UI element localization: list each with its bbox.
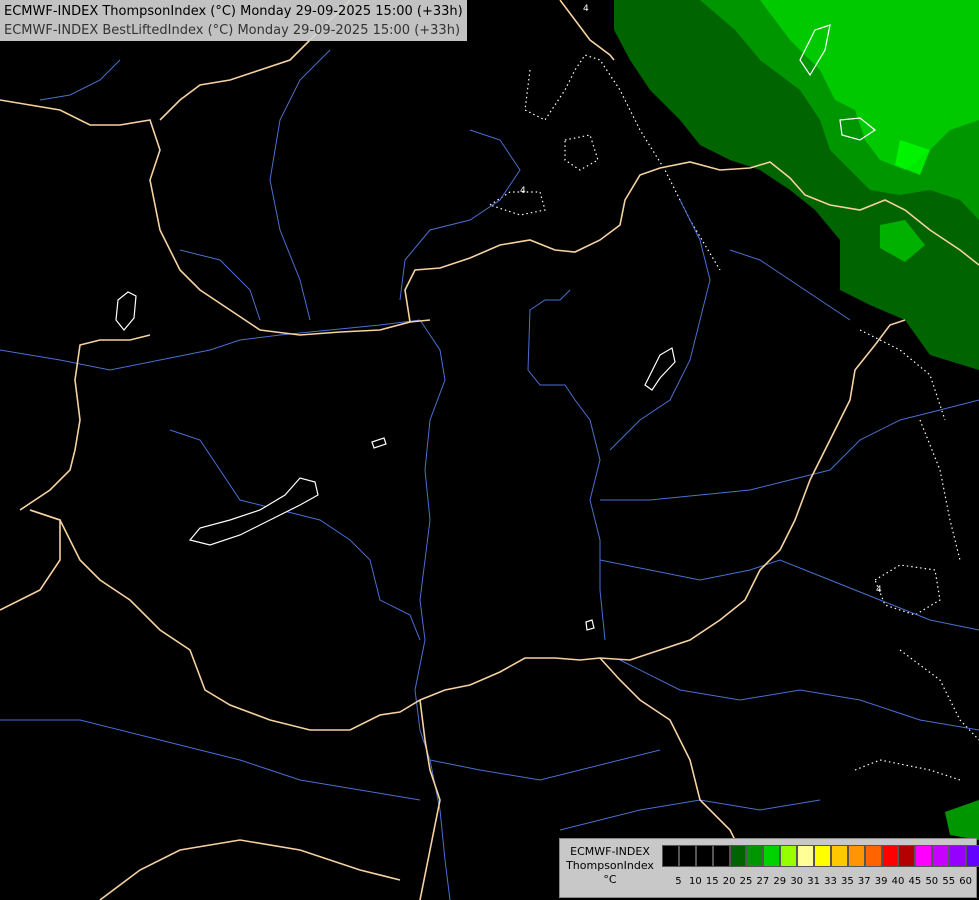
legend-swatch — [864, 845, 882, 867]
legend-swatch — [830, 845, 848, 867]
legend-swatch — [678, 845, 696, 867]
legend-tick-labels: 5 10 15 20 25 27 29 30 31 33 35 37 39 40 45 50 55 60 — [662, 875, 974, 889]
legend-tick: 35 — [840, 876, 854, 887]
legend-swatch — [695, 845, 713, 867]
legend-tick: 55 — [942, 876, 956, 887]
legend-swatch — [729, 845, 747, 867]
legend-title-source: ECMWF-INDEX — [570, 845, 650, 858]
legend-tick: 33 — [824, 876, 837, 887]
color-legend: ECMWF-INDEX ThompsonIndex °C 5 10 15 20 25 27… — [559, 838, 979, 898]
contour-label: 4 — [583, 4, 589, 14]
contour-label: 4 — [876, 585, 882, 595]
legend-swatch — [797, 845, 815, 867]
legend-tick: 60 — [959, 876, 972, 887]
contour-label: 4 — [520, 186, 526, 196]
legend-tick: 37 — [857, 876, 871, 887]
legend-swatch — [915, 845, 933, 867]
legend-tick: 50 — [925, 876, 939, 887]
legend-swatch — [814, 845, 831, 867]
legend-tick: 5 — [675, 876, 682, 887]
legend-swatch — [662, 845, 679, 867]
legend-tick: 15 — [705, 876, 719, 887]
map-title-box: ECMWF-INDEX ThompsonIndex (°C) Monday 29… — [0, 0, 467, 41]
legend-tick: 20 — [722, 876, 736, 887]
map-title-lifted: ECMWF-INDEX BestLiftedIndex (°C) Monday … — [4, 23, 461, 38]
map-title-thompson: ECMWF-INDEX ThompsonIndex (°C) Monday 29… — [4, 4, 463, 19]
legend-swatch — [746, 845, 764, 867]
legend-title-field: ThompsonIndex — [566, 859, 654, 872]
legend-swatch — [966, 845, 979, 867]
legend-tick: 29 — [773, 876, 787, 887]
legend-tick: 25 — [739, 876, 753, 887]
legend-swatch — [712, 845, 730, 867]
legend-title: ECMWF-INDEX ThompsonIndex °C — [562, 845, 658, 887]
legend-tick: 27 — [756, 876, 770, 887]
legend-swatch — [847, 845, 865, 867]
legend-swatch — [763, 845, 781, 867]
legend-tick: 39 — [874, 876, 888, 887]
legend-swatch — [932, 845, 950, 867]
legend-tick: 30 — [790, 876, 804, 887]
legend-swatch — [881, 845, 899, 867]
legend-tick: 31 — [807, 876, 820, 887]
legend-tick: 40 — [891, 876, 905, 887]
legend-tick: 45 — [908, 876, 922, 887]
legend-tick: 10 — [688, 876, 702, 887]
legend-swatch — [949, 845, 967, 867]
weather-map: 4 4 4 — [0, 0, 979, 900]
legend-color-bar — [662, 845, 979, 867]
legend-title-unit: °C — [603, 873, 617, 886]
legend-swatch — [898, 845, 916, 867]
legend-swatch — [780, 845, 798, 867]
